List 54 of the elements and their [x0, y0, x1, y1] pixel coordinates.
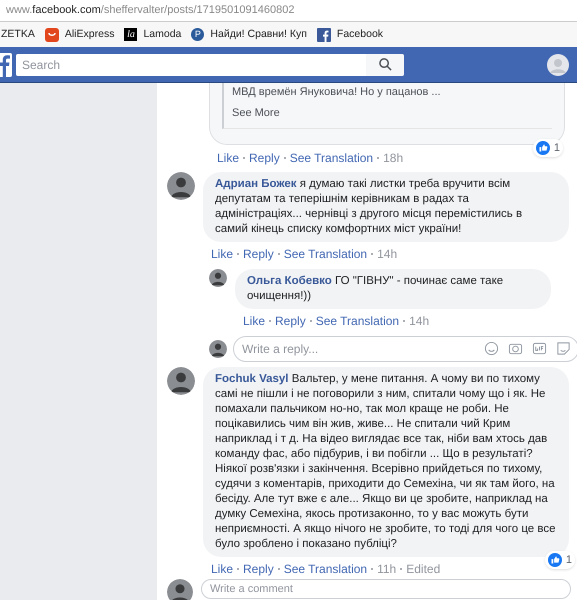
gif-icon[interactable] [532, 341, 547, 356]
preview-text: МВД времён Януковича! Но у пацанов ... [232, 85, 442, 100]
sticker-icon[interactable] [556, 341, 571, 356]
site-icon: P [191, 28, 204, 41]
thumbs-up-icon [548, 552, 562, 567]
reaction-count[interactable]: 1 [532, 138, 563, 157]
comment-time[interactable]: 14h [409, 312, 430, 330]
comment-time[interactable]: 11h [377, 560, 396, 578]
search-field[interactable]: Search [16, 54, 366, 76]
reply-field[interactable]: Write a reply... [233, 336, 577, 362]
facebook-logo[interactable] [0, 52, 12, 76]
comment-bubble: Ольга Кобевко ГО "ГІВНУ" - починає саме таке очищення!)) [235, 269, 551, 309]
action-link[interactable]: Like [217, 149, 240, 167]
lamoda-icon: la [124, 28, 138, 41]
bookmark[interactable]: AliExpress [44, 26, 114, 42]
action-link[interactable]: Reply [249, 149, 280, 167]
avatar [167, 579, 193, 600]
bookmark[interactable]: P Найди! Сравни! Куп [191, 26, 307, 42]
bookmark[interactable]: la Lamoda [124, 26, 182, 42]
avatar [167, 367, 195, 395]
avatar [209, 340, 227, 358]
shopping-bag-icon [44, 28, 59, 42]
search-button[interactable] [366, 54, 404, 76]
thumbs-up-icon [536, 140, 550, 155]
comment-time[interactable]: 18h [383, 149, 404, 167]
action-link[interactable]: Reply [243, 560, 274, 578]
bookmark[interactable]: Facebook [316, 26, 384, 42]
action-link[interactable]: Reply [275, 312, 306, 330]
see-more-link[interactable]: See More [232, 107, 280, 119]
author-link[interactable]: Fochuk Vasyl [215, 373, 289, 385]
action-link[interactable]: See Translation [284, 245, 368, 263]
action-link[interactable]: Reply [243, 245, 274, 263]
avatar [209, 269, 227, 287]
author-link[interactable]: Ольга Кобевко [247, 275, 332, 287]
comment-field[interactable]: Write a comment [201, 579, 571, 599]
action-link[interactable]: Like [211, 560, 234, 578]
action-link[interactable]: See Translation [316, 312, 400, 330]
comment-time[interactable]: 14h [377, 245, 398, 263]
action-link[interactable]: See Translation [290, 149, 374, 167]
author-link[interactable]: Адриан Божек [215, 178, 297, 190]
profile-avatar[interactable] [547, 54, 569, 76]
reaction-count[interactable]: 1 [544, 550, 575, 569]
edited-label[interactable]: Edited [406, 560, 440, 578]
action-link[interactable]: Like [243, 312, 266, 330]
emoji-icon[interactable] [484, 341, 499, 356]
facebook-icon [316, 28, 331, 42]
action-link[interactable]: See Translation [284, 560, 368, 578]
bookmark[interactable]: ZETKA [1, 26, 35, 42]
action-link[interactable]: Like [211, 245, 234, 263]
comment-bubble: Fochuk Vasyl Вальтер, у мене питання. А чому ви по тихому самі не пішли і не поговорили з ним, спитали чому що і як. Не помахали пальчиком но-но, так мол краще не роби. Не поцікавились чим він жив, живе... Не спитали чий Крим наприклад і т д. На відео виглядає все так, ніби вам хтось дав команду фас, або підбурив, і ви побігли ... Що в результаті? Ніякої розв'язки і закінчення. Всерівно прийдеться по тихому, судячи з коментарів, приходити до Семехіна, чи як там його, на бесіду. Але тут вже є але... Якщо ви це зробите, наприклад на думку Семехіна, якось протизаконно, то у вас можуть бути неприємності. А якщо нічого не зробите, то тоді для чого це все було зроблено і показано публіці? [203, 367, 569, 557]
search-icon [378, 58, 392, 71]
camera-icon[interactable] [508, 341, 523, 356]
avatar [167, 172, 195, 200]
comment-bubble: Адриан Божек я думаю такі листки треба вручити всім депутатам та теперішнім керівникам в радах та адміністраціях... чернівці з другого місця перемістились в самий кінець списку комфортних міст україни! [203, 172, 569, 242]
